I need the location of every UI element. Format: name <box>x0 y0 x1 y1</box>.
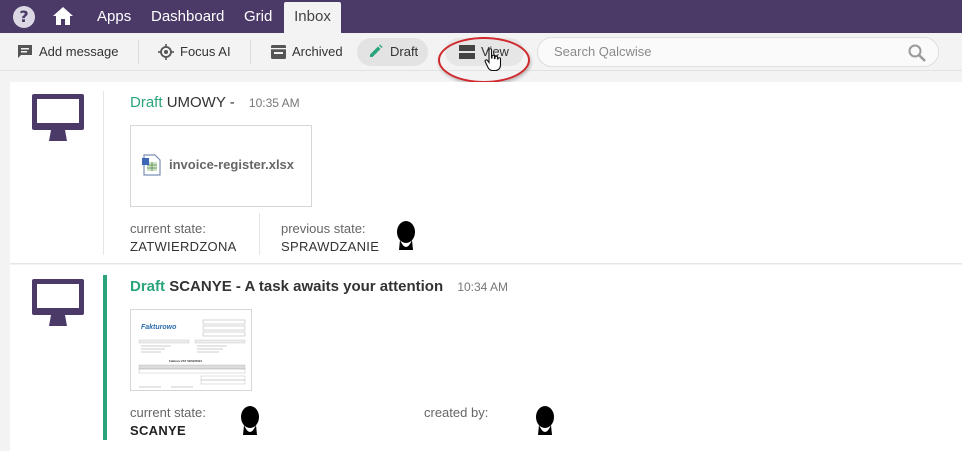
hand-pointer-cursor-icon <box>484 48 502 77</box>
inbox-message-row[interactable]: Draft SCANYE - A task awaits your attent… <box>10 265 962 451</box>
toolbar-divider <box>250 40 251 64</box>
nav-grid[interactable]: Grid <box>244 0 272 33</box>
invoice-thumbnail[interactable]: Fakturowo Faktura VAT 02/02/2021 <box>130 309 252 391</box>
attachment-card[interactable]: invoice-register.xlsx <box>130 125 312 207</box>
search-input[interactable]: Search Qalcwise <box>537 37 939 67</box>
pencil-icon <box>370 44 383 57</box>
desktop-monitor-icon <box>32 279 84 326</box>
home-icon[interactable] <box>52 6 74 26</box>
focus-ai-button[interactable]: Focus AI <box>158 38 238 66</box>
tab-inbox[interactable]: Inbox <box>284 2 341 33</box>
state-divider <box>259 213 260 255</box>
status-badge: Draft <box>130 278 166 295</box>
message-time: 10:34 AM <box>457 280 509 294</box>
nav-apps[interactable]: Apps <box>97 0 131 33</box>
help-icon[interactable]: ? <box>13 6 35 28</box>
attachment-filename: invoice-register.xlsx <box>169 157 295 172</box>
invoice-preview-graphic <box>138 319 246 388</box>
current-state-label: current state: <box>130 221 206 236</box>
avatar <box>388 218 424 254</box>
created-by-label: created by: <box>424 405 489 420</box>
search-placeholder: Search Qalcwise <box>554 44 652 59</box>
draft-filter-button[interactable]: Draft <box>357 38 428 66</box>
message-time: 10:35 AM <box>248 96 300 110</box>
previous-state-label: previous state: <box>281 221 366 236</box>
message-subject: UMOWY - <box>166 94 235 111</box>
unread-accent-bar <box>103 275 107 440</box>
spreadsheet-file-icon <box>142 154 161 176</box>
message-title[interactable]: Draft UMOWY - 10:35 AM <box>130 94 300 111</box>
focus-ai-label: Focus AI <box>180 44 231 59</box>
archived-button[interactable]: Archived <box>271 38 351 66</box>
add-message-button[interactable]: Add message <box>17 38 127 66</box>
draft-filter-label: Draft <box>390 44 419 59</box>
nav-dashboard[interactable]: Dashboard <box>151 0 224 33</box>
previous-state-value: SPRAWDZANIE <box>281 239 380 254</box>
message-icon <box>18 45 32 58</box>
status-badge: Draft <box>130 94 163 111</box>
archived-label: Archived <box>292 44 343 59</box>
current-state-value: SCANYE <box>130 423 186 438</box>
current-state-value: ZATWIERDZONA <box>130 239 237 254</box>
avatar <box>527 403 563 439</box>
current-state-label: current state: <box>130 405 206 420</box>
add-message-label: Add message <box>39 44 119 59</box>
archive-icon <box>271 45 286 59</box>
message-title[interactable]: Draft SCANYE - A task awaits your attent… <box>130 278 508 295</box>
message-subject: SCANYE - A task awaits your attention <box>169 278 444 295</box>
inbox-message-row[interactable]: Draft UMOWY - 10:35 AM invoice-register.… <box>10 82 962 264</box>
desktop-monitor-icon <box>32 94 84 141</box>
toolbar-divider <box>138 40 139 64</box>
search-icon[interactable] <box>908 44 926 62</box>
avatar <box>232 403 268 439</box>
row-divider <box>103 91 104 255</box>
target-icon <box>158 44 174 60</box>
top-navigation-bar: ? Apps Dashboard Grid Inbox <box>0 0 962 33</box>
